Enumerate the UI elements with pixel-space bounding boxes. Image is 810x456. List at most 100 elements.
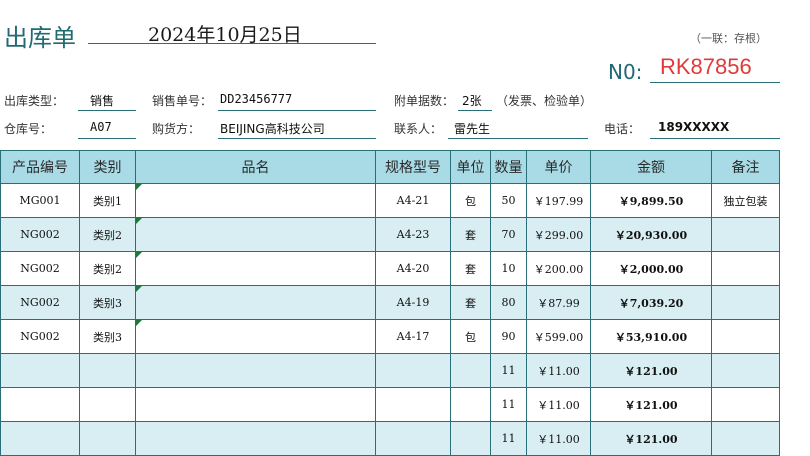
cell-price[interactable]: ￥197.99 xyxy=(526,183,591,218)
cell-amount[interactable]: ￥9,899.50 xyxy=(590,183,712,218)
cell-qty[interactable]: 11 xyxy=(490,387,527,422)
type-value[interactable]: 销售 xyxy=(90,92,114,109)
cell-category[interactable]: 类别2 xyxy=(79,217,136,252)
cell-name[interactable] xyxy=(135,421,376,456)
cell-spec[interactable] xyxy=(375,421,451,456)
cell-category[interactable]: 类别2 xyxy=(79,251,136,286)
cell-name[interactable] xyxy=(135,251,376,286)
cell-unit[interactable]: 套 xyxy=(450,251,491,286)
table-row: NG002 类别2 A4-20 套 10 ￥200.00 ￥2,000.00 xyxy=(0,251,780,286)
col-header-category: 类别 xyxy=(79,150,136,184)
cell-unit[interactable]: 套 xyxy=(450,217,491,252)
cell-category[interactable]: 类别3 xyxy=(79,285,136,320)
table-row: NG002 类别2 A4-23 套 70 ￥299.00 ￥20,930.00 xyxy=(0,217,780,252)
buyer-underline xyxy=(218,138,376,139)
cell-spec[interactable]: A4-21 xyxy=(375,183,451,218)
date-underline xyxy=(88,43,376,44)
cell-code[interactable]: NG002 xyxy=(0,251,80,286)
cell-unit[interactable] xyxy=(450,421,491,456)
table-row: MG001 类别1 A4-21 包 50 ￥197.99 ￥9,899.50 独… xyxy=(0,183,780,218)
sale-no-value[interactable]: DD23456777 xyxy=(220,92,292,106)
cell-qty[interactable]: 80 xyxy=(490,285,527,320)
cell-amount[interactable]: ￥20,930.00 xyxy=(590,217,712,252)
cell-note[interactable] xyxy=(711,421,780,456)
cell-code[interactable] xyxy=(0,353,80,388)
cell-category[interactable] xyxy=(79,387,136,422)
cell-price[interactable]: ￥11.00 xyxy=(526,353,591,388)
cell-category[interactable]: 类别3 xyxy=(79,319,136,354)
cell-amount[interactable]: ￥121.00 xyxy=(590,353,712,388)
warehouse-value[interactable]: A07 xyxy=(90,120,112,134)
cell-code[interactable]: NG002 xyxy=(0,217,80,252)
cell-unit[interactable]: 套 xyxy=(450,285,491,320)
cell-spec[interactable]: A4-20 xyxy=(375,251,451,286)
cell-note[interactable] xyxy=(711,217,780,252)
cell-price[interactable]: ￥11.00 xyxy=(526,387,591,422)
cell-amount[interactable]: ￥121.00 xyxy=(590,387,712,422)
cell-code[interactable] xyxy=(0,421,80,456)
contact-value[interactable]: 雷先生 xyxy=(454,120,490,137)
cell-amount[interactable]: ￥53,910.00 xyxy=(590,319,712,354)
cell-note[interactable] xyxy=(711,251,780,286)
sale-no-label: 销售单号： xyxy=(152,94,213,108)
table-row: 11 ￥11.00 ￥121.00 xyxy=(0,353,780,388)
cell-note[interactable] xyxy=(711,387,780,422)
cell-price[interactable]: ￥599.00 xyxy=(526,319,591,354)
cell-spec[interactable] xyxy=(375,353,451,388)
cell-unit[interactable] xyxy=(450,353,491,388)
col-header-code: 产品编号 xyxy=(0,150,80,184)
cell-code[interactable]: MG001 xyxy=(0,183,80,218)
cell-price[interactable]: ￥299.00 xyxy=(526,217,591,252)
cell-unit[interactable]: 包 xyxy=(450,183,491,218)
cell-spec[interactable]: A4-19 xyxy=(375,285,451,320)
cell-price[interactable]: ￥200.00 xyxy=(526,251,591,286)
cell-amount[interactable]: ￥7,039.20 xyxy=(590,285,712,320)
warehouse-label: 仓库号： xyxy=(4,122,53,136)
cell-amount[interactable]: ￥2,000.00 xyxy=(590,251,712,286)
cell-name[interactable] xyxy=(135,319,376,354)
col-header-unit: 单位 xyxy=(450,150,491,184)
cell-note[interactable] xyxy=(711,285,780,320)
cell-amount[interactable]: ￥121.00 xyxy=(590,421,712,456)
table-header-row: 产品编号 类别 品名 规格型号 单位 数量 单价 金额 备注 xyxy=(0,150,780,184)
phone-value[interactable]: 189XXXXX xyxy=(658,120,729,134)
cell-category[interactable] xyxy=(79,353,136,388)
cell-qty[interactable]: 90 xyxy=(490,319,527,354)
phone-label: 电话： xyxy=(604,122,641,136)
cell-category[interactable]: 类别1 xyxy=(79,183,136,218)
cell-qty[interactable]: 11 xyxy=(490,421,527,456)
cell-category[interactable] xyxy=(79,421,136,456)
cell-name[interactable] xyxy=(135,217,376,252)
attach-underline xyxy=(458,110,492,111)
cell-unit[interactable]: 包 xyxy=(450,319,491,354)
cell-code[interactable]: NG002 xyxy=(0,285,80,320)
cell-spec[interactable]: A4-23 xyxy=(375,217,451,252)
col-header-spec: 规格型号 xyxy=(375,150,451,184)
table-row: 11 ￥11.00 ￥121.00 xyxy=(0,421,780,456)
cell-qty[interactable]: 10 xyxy=(490,251,527,286)
cell-spec[interactable] xyxy=(375,387,451,422)
cell-code[interactable] xyxy=(0,387,80,422)
cell-price[interactable]: ￥87.99 xyxy=(526,285,591,320)
cell-unit[interactable] xyxy=(450,387,491,422)
cell-qty[interactable]: 11 xyxy=(490,353,527,388)
contact-label: 联系人： xyxy=(394,122,443,136)
cell-code[interactable]: NG002 xyxy=(0,319,80,354)
cell-note[interactable]: 独立包装 xyxy=(711,183,780,218)
doc-number-value[interactable]: RK87856 xyxy=(660,54,752,80)
cell-name[interactable] xyxy=(135,285,376,320)
cell-note[interactable] xyxy=(711,319,780,354)
cell-name[interactable] xyxy=(135,353,376,388)
cell-name[interactable] xyxy=(135,183,376,218)
phone-underline xyxy=(650,138,780,139)
cell-spec[interactable]: A4-17 xyxy=(375,319,451,354)
cell-qty[interactable]: 70 xyxy=(490,217,527,252)
cell-price[interactable]: ￥11.00 xyxy=(526,421,591,456)
buyer-label: 购货方： xyxy=(152,122,201,136)
cell-name[interactable] xyxy=(135,387,376,422)
buyer-value[interactable]: BEIJING高科技公司 xyxy=(220,120,325,137)
cell-qty[interactable]: 50 xyxy=(490,183,527,218)
attach-value[interactable]: 2张 xyxy=(462,92,482,109)
cell-note[interactable] xyxy=(711,353,780,388)
col-header-note: 备注 xyxy=(711,150,780,184)
